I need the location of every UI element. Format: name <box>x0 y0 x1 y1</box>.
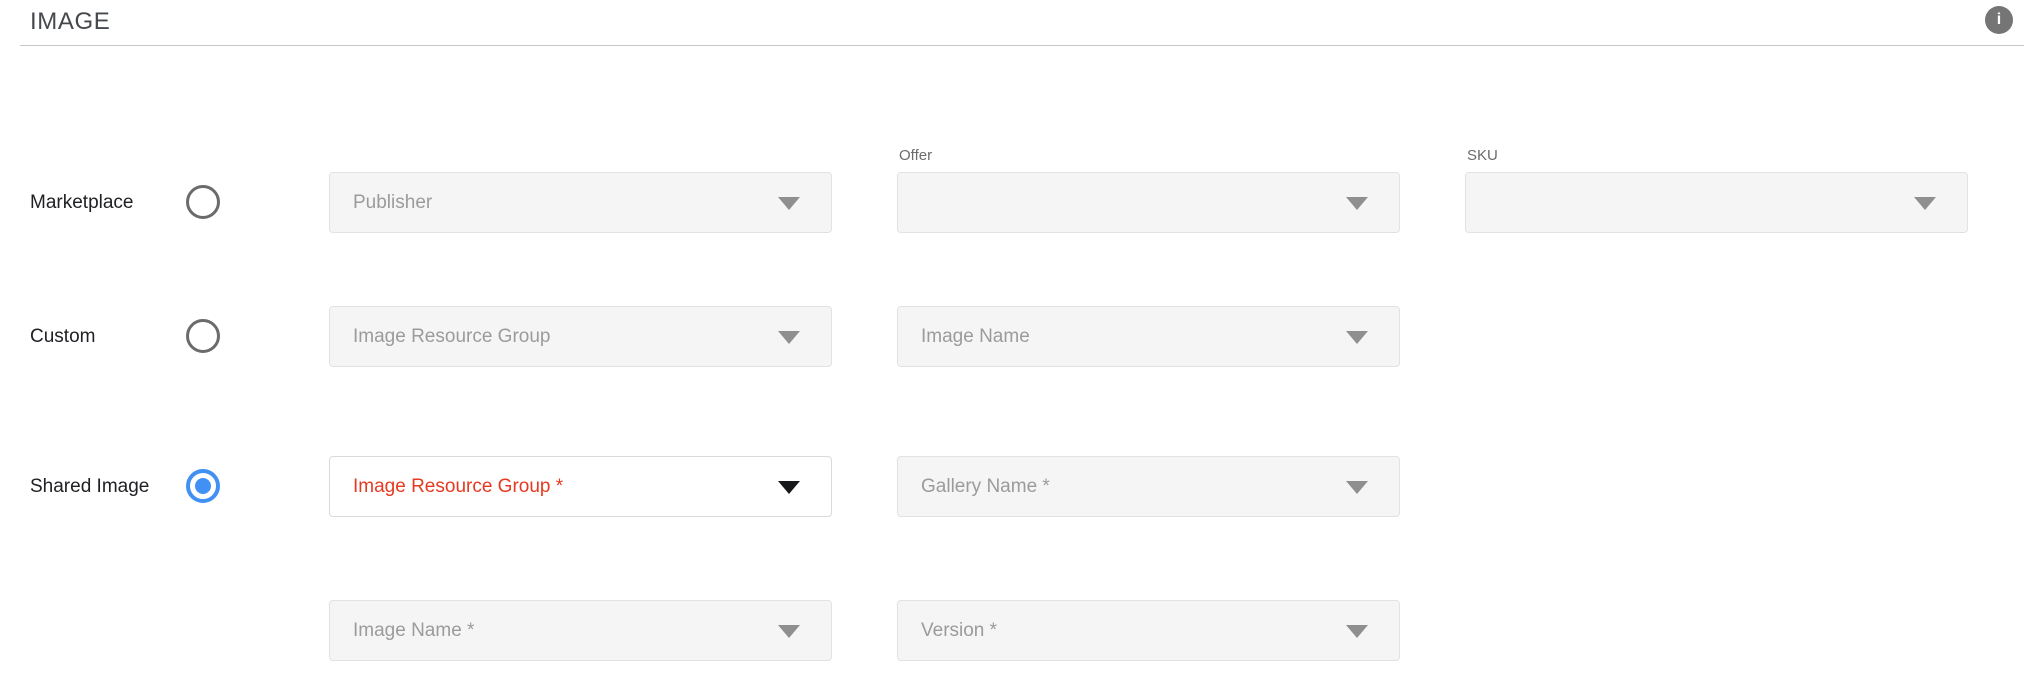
dropdown-arrow-icon <box>778 481 800 494</box>
dropdown-arrow-icon <box>778 331 800 344</box>
sku-field-label: SKU <box>1467 147 1498 164</box>
sku-dropdown[interactable] <box>1465 172 1968 233</box>
shared-image-resource-group-dropdown[interactable]: Image Resource Group * <box>329 456 832 517</box>
shared-image-name-dropdown[interactable]: Image Name * <box>329 600 832 661</box>
offer-field-label: Offer <box>899 147 932 164</box>
shared-image-label: Shared Image <box>30 456 149 517</box>
custom-image-name-placeholder: Image Name <box>921 307 1030 366</box>
row-marketplace: Marketplace Publisher Offer SKU <box>0 172 2044 233</box>
image-form-section: IMAGE i Marketplace Publisher Offer SKU … <box>0 0 2044 686</box>
row-shared-image-details: Image Name * Version * <box>0 600 2044 661</box>
version-dropdown[interactable]: Version * <box>897 600 1400 661</box>
dropdown-arrow-icon <box>778 625 800 638</box>
dropdown-arrow-icon <box>778 197 800 210</box>
radio-shared-image[interactable] <box>186 469 220 503</box>
custom-image-name-dropdown[interactable]: Image Name <box>897 306 1400 367</box>
version-placeholder: Version * <box>921 601 997 660</box>
section-title: IMAGE <box>30 8 110 36</box>
info-icon-glyph: i <box>1997 11 2001 28</box>
custom-image-resource-group-placeholder: Image Resource Group <box>353 307 551 366</box>
header-divider <box>20 45 2024 46</box>
radio-custom[interactable] <box>186 319 220 353</box>
shared-image-name-placeholder: Image Name * <box>353 601 474 660</box>
row-custom: Custom Image Resource Group Image Name <box>0 306 2044 367</box>
marketplace-label: Marketplace <box>30 172 134 233</box>
dropdown-arrow-icon <box>1346 197 1368 210</box>
gallery-name-dropdown[interactable]: Gallery Name * <box>897 456 1400 517</box>
dropdown-arrow-icon <box>1346 481 1368 494</box>
radio-marketplace[interactable] <box>186 185 220 219</box>
publisher-dropdown[interactable]: Publisher <box>329 172 832 233</box>
row-shared-image: Shared Image Image Resource Group * Gall… <box>0 456 2044 517</box>
shared-image-resource-group-placeholder: Image Resource Group * <box>353 457 563 516</box>
offer-dropdown[interactable] <box>897 172 1400 233</box>
dropdown-arrow-icon <box>1914 197 1936 210</box>
dropdown-arrow-icon <box>1346 625 1368 638</box>
custom-label: Custom <box>30 306 95 367</box>
publisher-placeholder: Publisher <box>353 173 432 232</box>
info-icon[interactable]: i <box>1985 6 2013 34</box>
dropdown-arrow-icon <box>1346 331 1368 344</box>
gallery-name-placeholder: Gallery Name * <box>921 457 1050 516</box>
custom-image-resource-group-dropdown[interactable]: Image Resource Group <box>329 306 832 367</box>
